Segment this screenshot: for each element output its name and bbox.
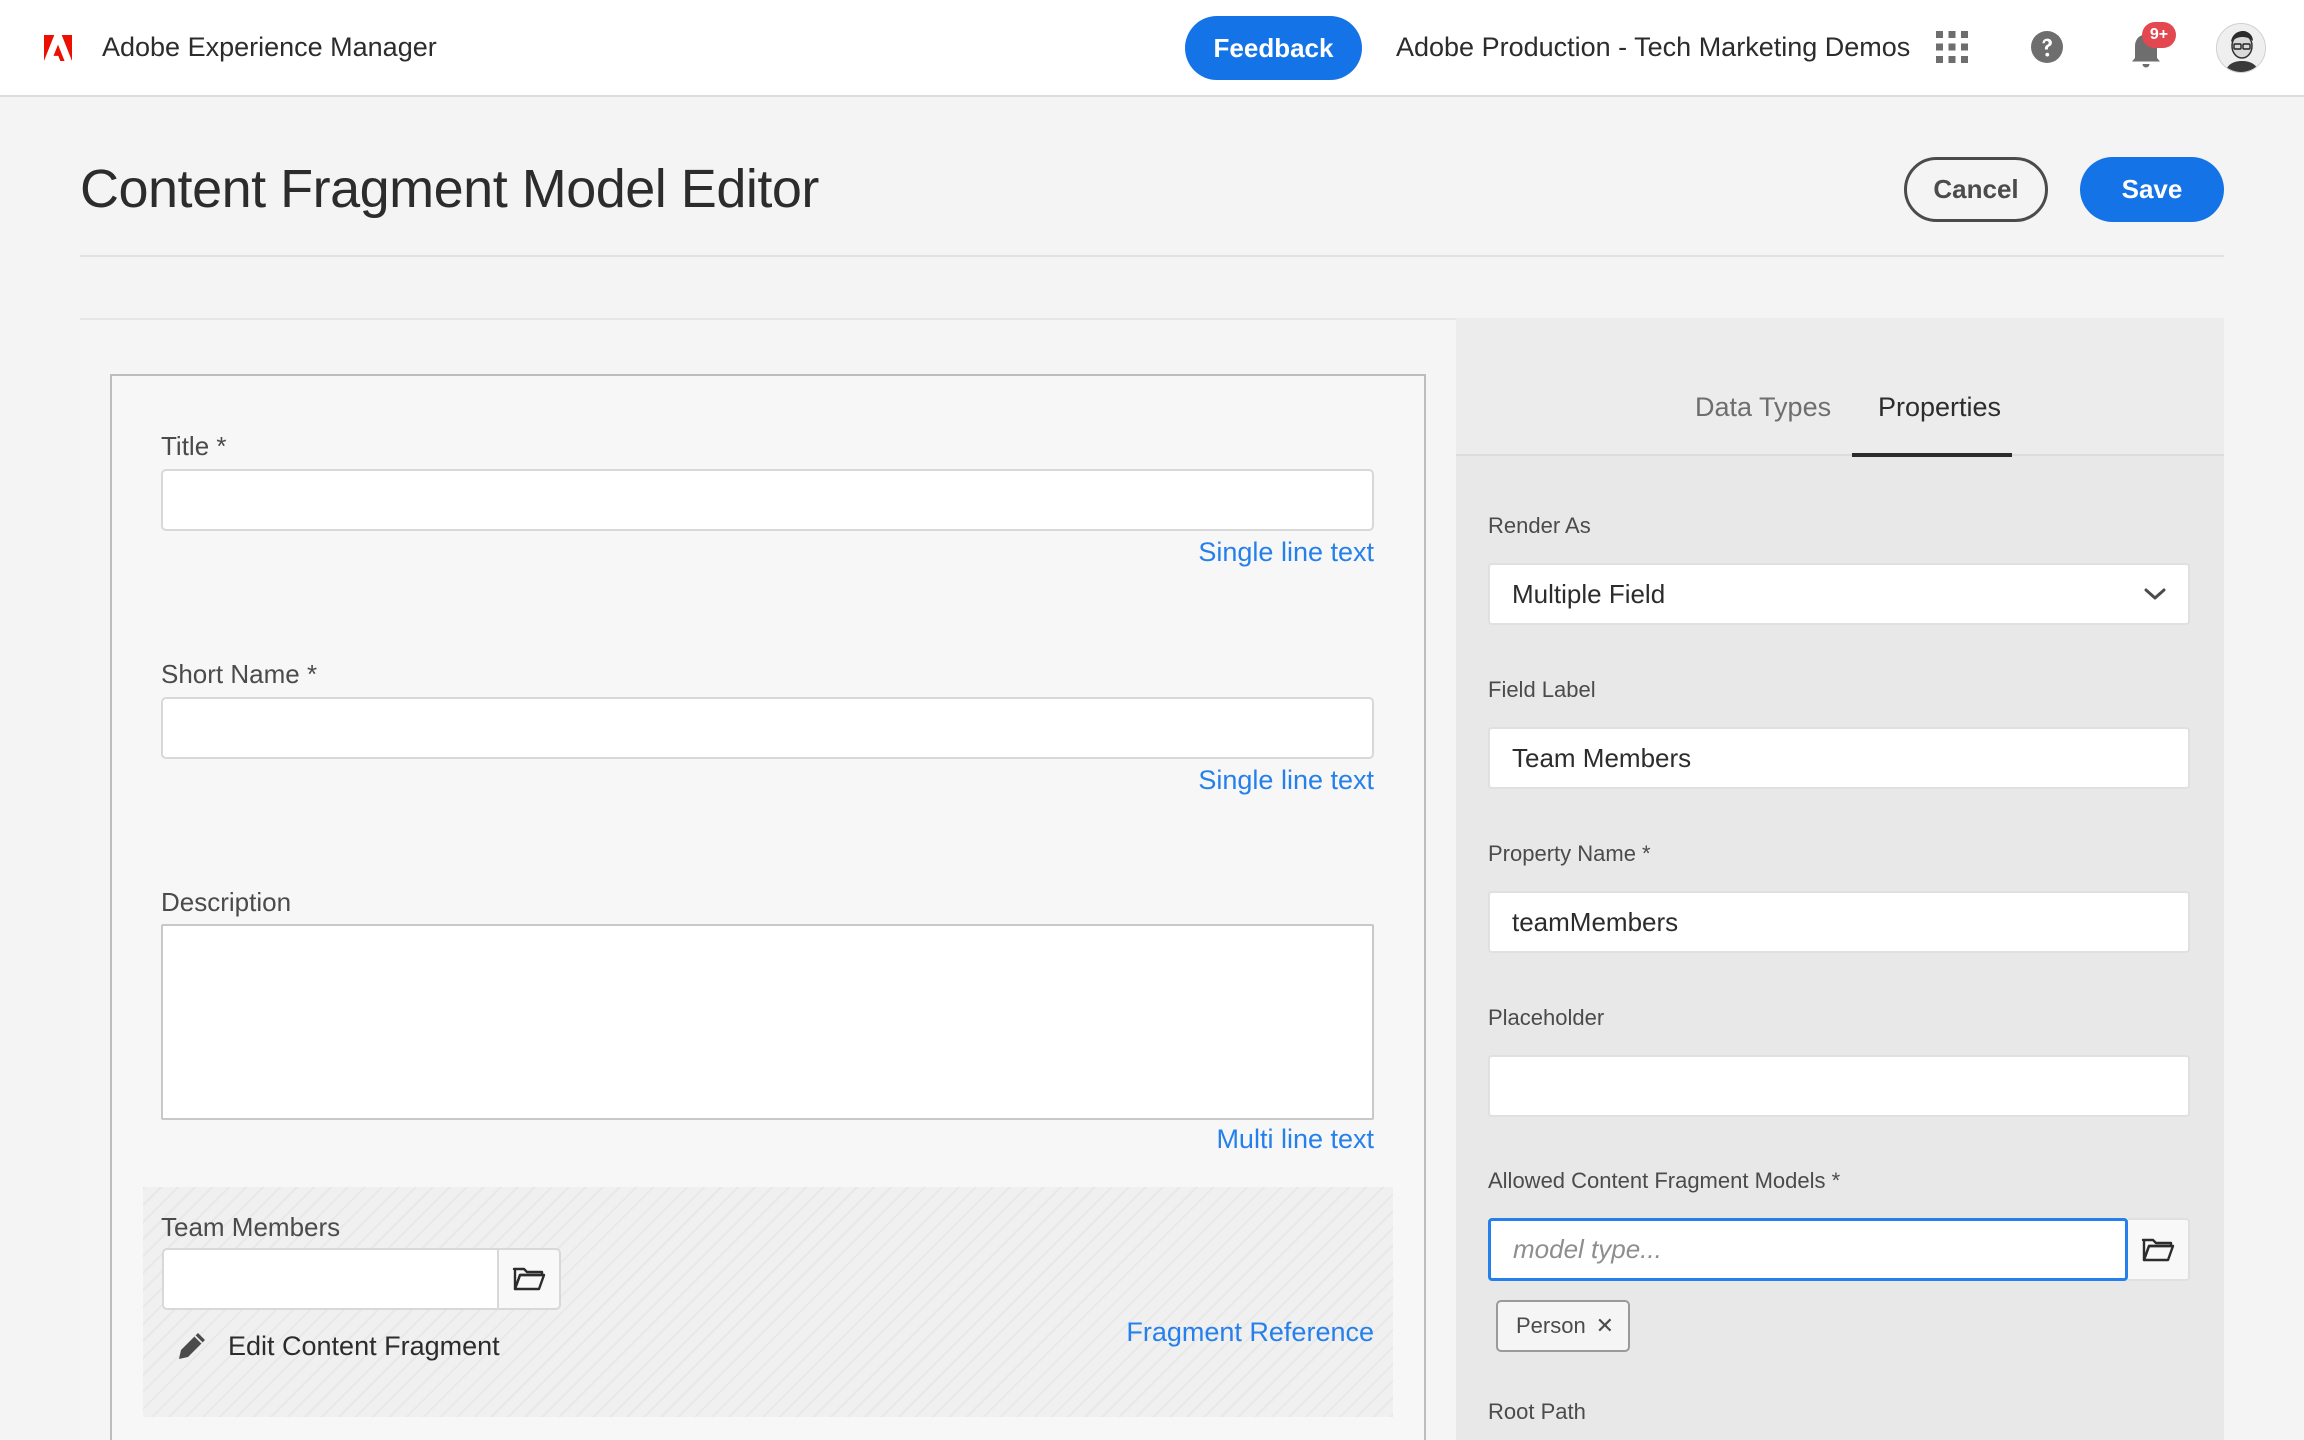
placeholder-input[interactable] [1488, 1055, 2190, 1117]
field-type-title: Single line text [1198, 537, 1374, 567]
field-label-label: Field Label [1488, 677, 1596, 702]
short-name-field[interactable] [161, 697, 1374, 759]
field-label-input[interactable]: Team Members [1488, 727, 2190, 789]
model-tag-person: Person ✕ [1496, 1300, 1630, 1352]
organization-switcher[interactable]: Adobe Production - Tech Marketing Demos [1396, 32, 1910, 63]
folder-icon [2141, 1238, 2175, 1261]
top-header: Adobe Experience Manager Feedback Adobe … [0, 0, 2304, 97]
team-members-browse-button[interactable] [497, 1248, 561, 1310]
panel-tabs [1456, 318, 2224, 456]
active-tab-indicator [1852, 453, 2012, 457]
render-as-label: Render As [1488, 513, 1591, 538]
tab-properties[interactable]: Properties [1878, 392, 2001, 423]
close-icon[interactable]: ✕ [1596, 1313, 1614, 1339]
chevron-down-icon [2144, 588, 2166, 600]
field-type-description: Multi line text [1216, 1124, 1374, 1154]
team-members-input[interactable] [162, 1248, 498, 1310]
divider [80, 255, 2224, 257]
placeholder-label: Placeholder [1488, 1005, 1605, 1030]
folder-icon [512, 1267, 546, 1291]
user-avatar-icon [2217, 24, 2265, 72]
save-button[interactable]: Save [2080, 157, 2224, 222]
apps-grid-icon[interactable] [1935, 30, 1969, 64]
field-label-title: Title * [161, 431, 227, 461]
render-as-value: Multiple Field [1512, 578, 1666, 609]
pencil-icon [179, 1333, 205, 1359]
model-tag-label: Person [1516, 1313, 1586, 1338]
property-name-input[interactable]: teamMembers [1488, 891, 2190, 953]
help-icon[interactable] [2030, 30, 2064, 64]
property-name-label: Property Name * [1488, 841, 1651, 866]
root-path-label: Root Path [1488, 1399, 1586, 1424]
field-label-team-members: Team Members [161, 1212, 341, 1242]
title-field[interactable] [161, 469, 1374, 531]
adobe-logo[interactable] [44, 35, 72, 61]
allowed-models-label: Allowed Content Fragment Models * [1488, 1168, 1841, 1193]
edit-content-fragment-link[interactable]: Edit Content Fragment [176, 1328, 500, 1364]
app-name[interactable]: Adobe Experience Manager [102, 32, 437, 63]
render-as-select[interactable]: Multiple Field [1488, 563, 2190, 625]
page-title: Content Fragment Model Editor [80, 159, 819, 219]
cancel-button[interactable]: Cancel [1904, 157, 2048, 222]
edit-content-fragment-label: Edit Content Fragment [228, 1330, 500, 1361]
field-label-short-name: Short Name * [161, 659, 318, 689]
model-browse-button[interactable] [2128, 1218, 2190, 1281]
feedback-button[interactable]: Feedback [1185, 16, 1362, 80]
field-label-description: Description [161, 887, 292, 917]
notification-badge: 9+ [2142, 22, 2176, 48]
field-type-team-members: Fragment Reference [1126, 1317, 1374, 1347]
description-field[interactable] [161, 924, 1374, 1120]
tab-data-types[interactable]: Data Types [1695, 392, 1831, 423]
model-type-input[interactable]: model type... [1488, 1218, 2128, 1281]
avatar[interactable] [2216, 23, 2266, 73]
field-type-short-name: Single line text [1198, 765, 1374, 795]
